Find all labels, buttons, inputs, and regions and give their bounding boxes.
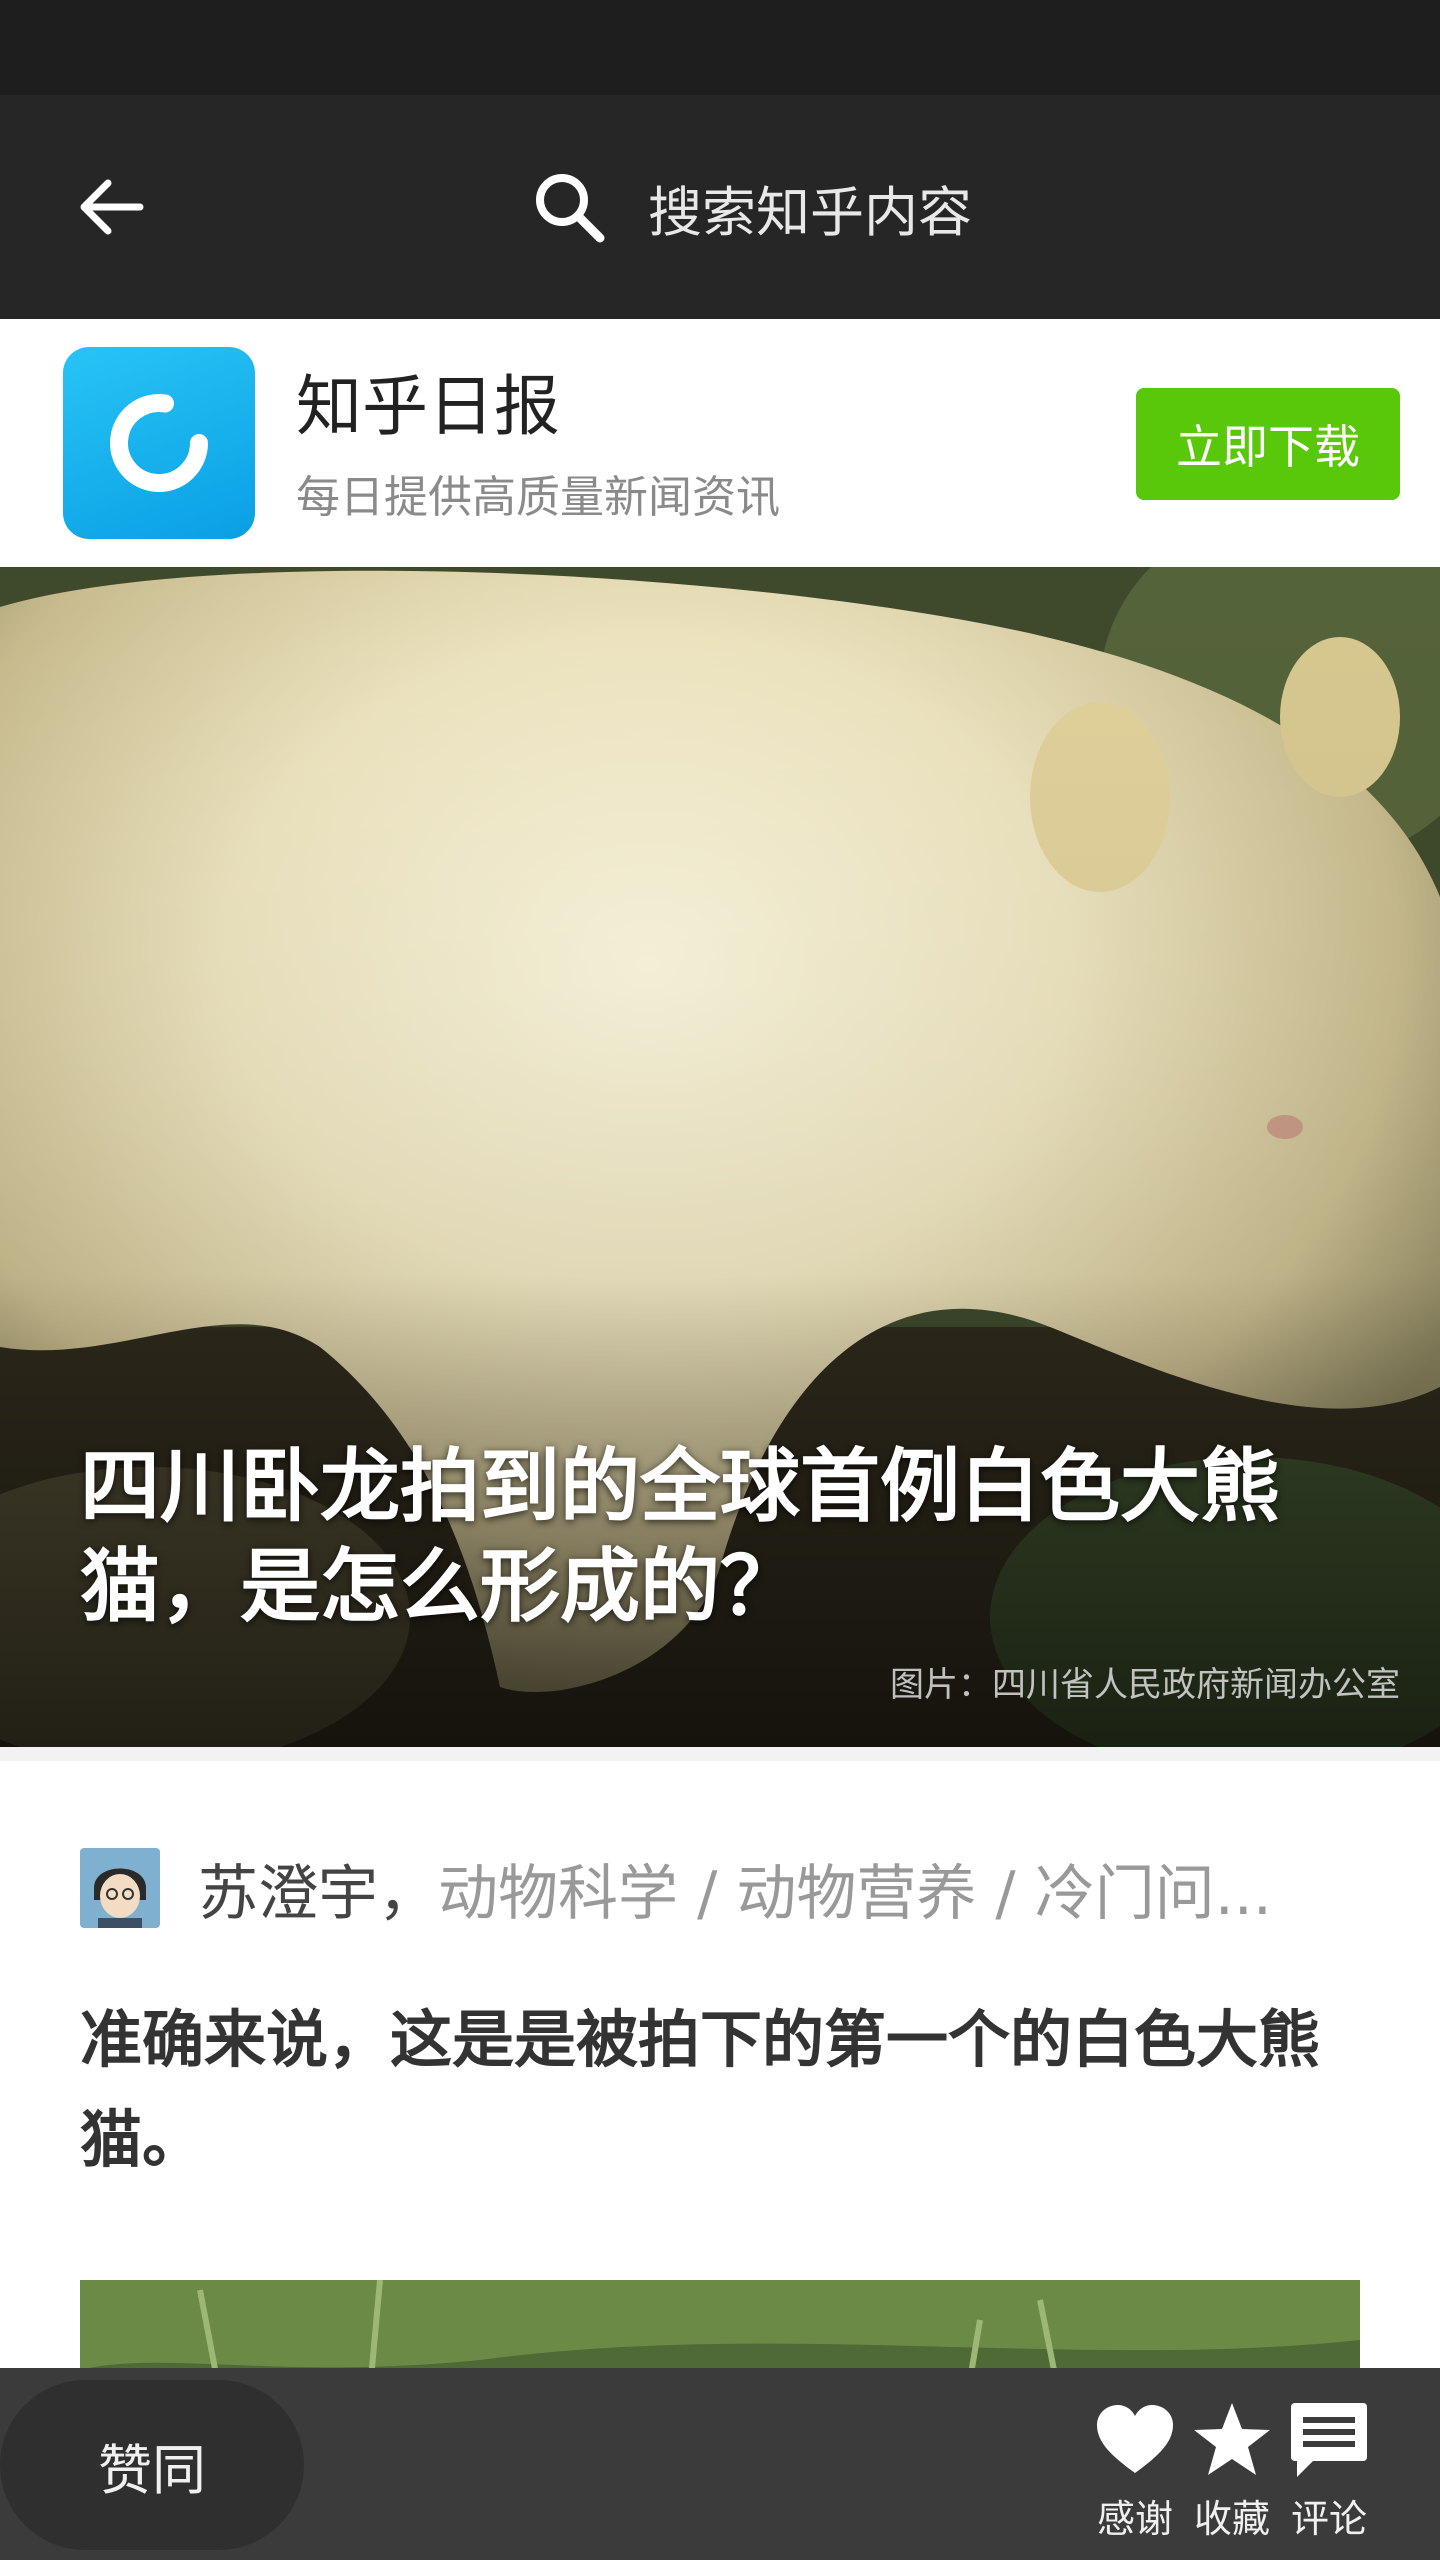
thanks-button[interactable]: 感谢 bbox=[1085, 2396, 1185, 2543]
app-promo-banner: 知乎日报 每日提供高质量新闻资讯 立即下载 bbox=[0, 319, 1440, 567]
answer-lead-text: 准确来说，这是是被拍下的第一个的白色大熊猫。 bbox=[80, 2003, 1321, 2176]
search-placeholder: 搜索知乎内容 bbox=[648, 180, 972, 244]
app-description: 每日提供高质量新闻资讯 bbox=[296, 472, 780, 523]
article-title: 四川卧龙拍到的全球首例白色大熊猫，是怎么形成的？ bbox=[80, 1440, 1280, 1633]
hero-image[interactable]: 四川卧龙拍到的全球首例白色大熊猫，是怎么形成的？ 图片：四川省人民政府新闻办公室 bbox=[0, 567, 1440, 1747]
author-info: 苏澄宇，动物科学 / 动物营养 / 冷门问... bbox=[198, 1845, 1438, 1932]
favorite-label: 收藏 bbox=[1193, 2497, 1270, 2541]
star-icon bbox=[1194, 2403, 1270, 2475]
app-logo bbox=[63, 347, 255, 539]
app-name: 知乎日报 bbox=[296, 368, 560, 445]
search-bar[interactable]: 搜索知乎内容 bbox=[530, 157, 972, 257]
back-button[interactable] bbox=[60, 155, 164, 259]
author-row[interactable]: 苏澄宇，动物科学 / 动物营养 / 冷门问... bbox=[80, 1848, 1438, 1929]
heart-icon bbox=[1097, 2405, 1173, 2473]
comment-icon bbox=[1291, 2403, 1367, 2477]
favorite-button[interactable]: 收藏 bbox=[1182, 2396, 1282, 2543]
top-toolbar: 搜索知乎内容 bbox=[0, 95, 1440, 319]
comment-button[interactable]: 评论 bbox=[1279, 2396, 1379, 2543]
bottom-action-bar: 赞同 感谢 收藏 评论 bbox=[0, 2368, 1440, 2560]
avatar[interactable] bbox=[80, 1848, 160, 1928]
image-credit: 图片：四川省人民政府新闻办公室 bbox=[890, 1665, 1400, 1705]
comment-label: 评论 bbox=[1290, 2497, 1367, 2541]
avatar-image bbox=[80, 1848, 160, 1928]
search-icon bbox=[536, 174, 605, 243]
thanks-label: 感谢 bbox=[1096, 2497, 1173, 2541]
vote-button[interactable]: 赞同 bbox=[0, 2380, 304, 2550]
download-button[interactable]: 立即下载 bbox=[1136, 388, 1400, 500]
section-divider bbox=[0, 1747, 1440, 1761]
author-bio: 动物科学 / 动物营养 / 冷门问... bbox=[438, 1858, 1272, 1929]
status-bar bbox=[0, 0, 1440, 95]
author-name[interactable]: 苏澄宇， bbox=[198, 1859, 438, 1929]
zhihu-daily-logo-icon bbox=[110, 394, 208, 493]
arrow-left-icon bbox=[80, 179, 144, 235]
